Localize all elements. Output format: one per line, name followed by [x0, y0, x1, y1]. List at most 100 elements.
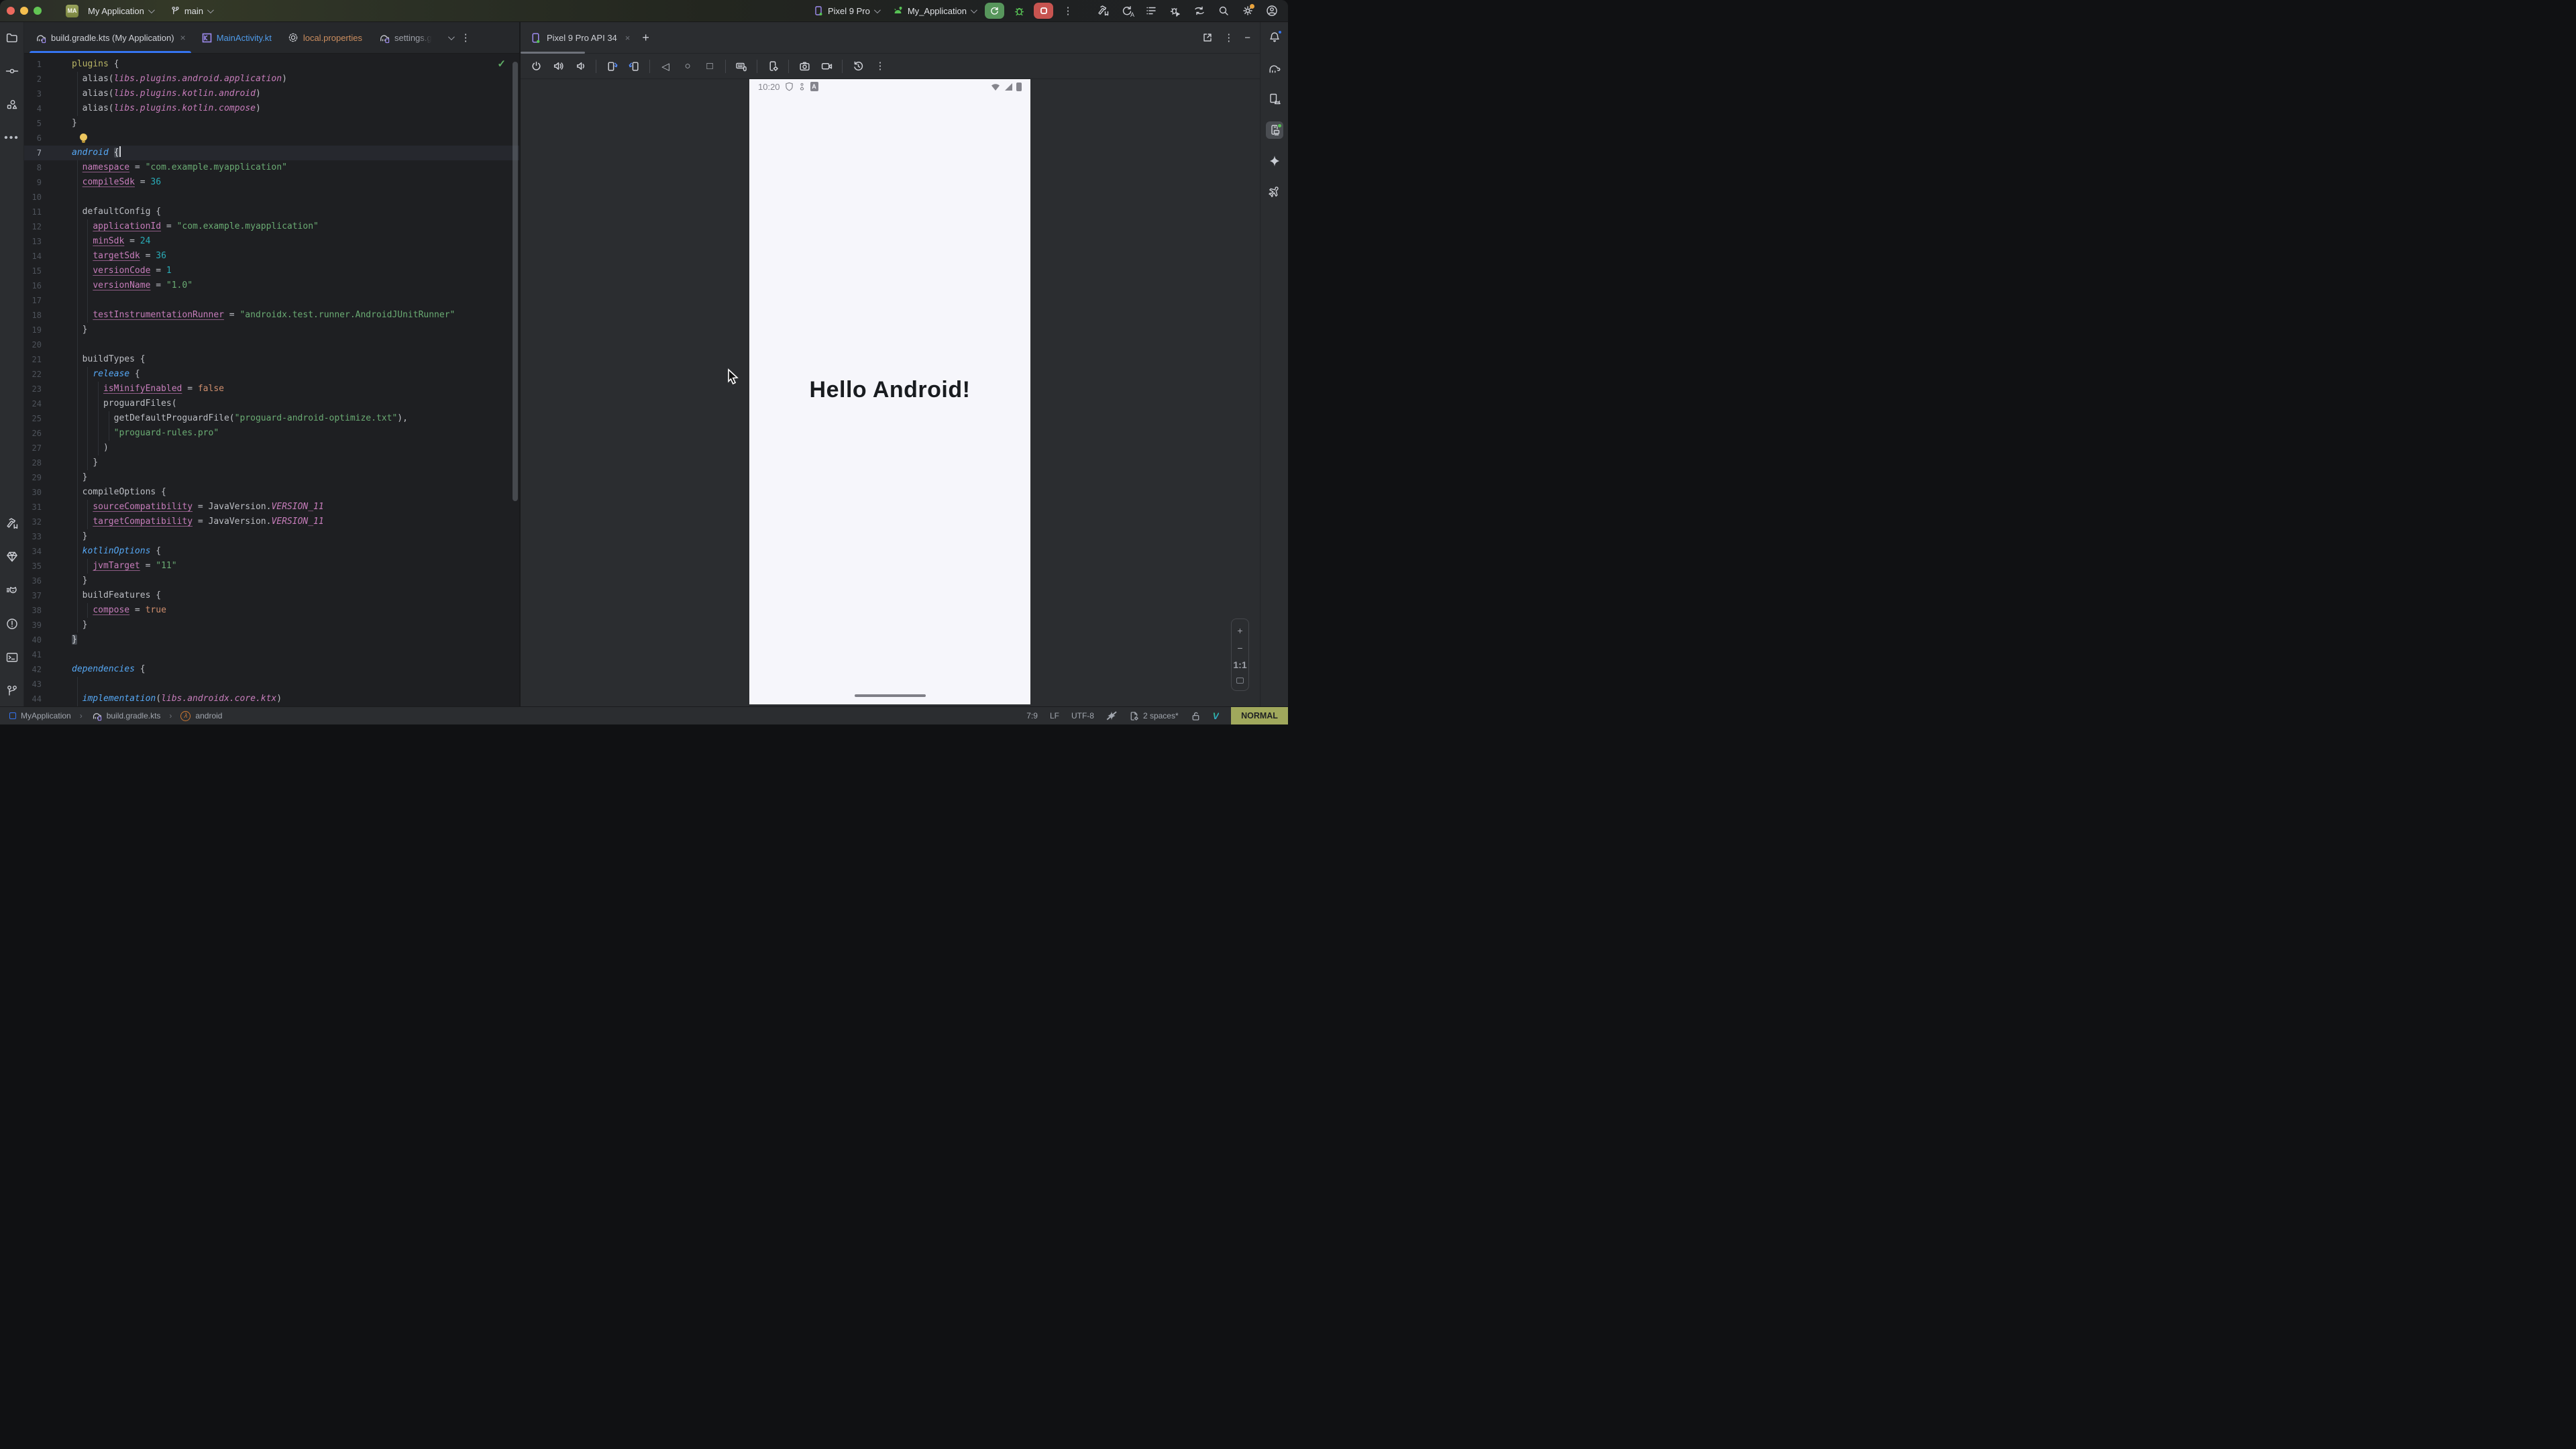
code-line[interactable]: 29 }	[24, 470, 519, 485]
debug-button[interactable]	[1010, 2, 1028, 19]
settings-button[interactable]	[1238, 2, 1257, 19]
zoom-to-fit-button[interactable]	[1236, 678, 1244, 684]
add-device-tab-button[interactable]: +	[642, 31, 649, 45]
ai-assist-disabled-icon[interactable]	[1106, 710, 1117, 721]
notifications-tool-button[interactable]	[1266, 29, 1283, 46]
code-line[interactable]: 25 getDefaultProguardFile("proguard-andr…	[24, 411, 519, 426]
inspections-ok-icon[interactable]: ✓	[497, 58, 506, 70]
device-tab[interactable]: Pixel 9 Pro API 34 ×	[530, 32, 630, 44]
code-line[interactable]: 3 alias(libs.plugins.kotlin.android)	[24, 87, 519, 101]
firebase-test-tool-button[interactable]	[1266, 183, 1283, 201]
tab-mainactivity[interactable]: MainActivity.kt	[194, 22, 280, 53]
profiler-button[interactable]	[1166, 2, 1185, 19]
minimize-window-button[interactable]	[20, 7, 28, 15]
gradle-tool-button[interactable]	[1266, 60, 1283, 77]
code-line[interactable]: 20	[24, 337, 519, 352]
window-controls[interactable]	[7, 7, 42, 15]
device-manager-tool-button[interactable]	[1266, 91, 1283, 108]
gesture-navigation-handle[interactable]	[855, 694, 926, 697]
unlock-icon[interactable]	[1191, 711, 1201, 721]
code-line[interactable]: 34 kotlinOptions {	[24, 544, 519, 559]
zoom-actual-size-button[interactable]: 1:1	[1233, 660, 1246, 669]
emulator-more-button[interactable]: ⋮	[871, 58, 889, 75]
code-line[interactable]: 40}	[24, 633, 519, 647]
code-line[interactable]: 23 isMinifyEnabled = false	[24, 382, 519, 396]
code-line[interactable]: 17	[24, 293, 519, 308]
code-line[interactable]: 16 versionName = "1.0"	[24, 278, 519, 293]
device-screen[interactable]: 10:20 A	[749, 79, 1030, 704]
breadcrumb-project[interactable]: MyApplication	[21, 711, 71, 720]
power-button[interactable]	[527, 58, 545, 75]
tab-list-chevron-icon[interactable]	[448, 34, 455, 40]
code-line[interactable]: 7android {	[24, 146, 519, 160]
project-tool-button[interactable]	[3, 29, 21, 46]
running-devices-tool-button[interactable]	[1266, 121, 1283, 139]
screen-record-button[interactable]	[818, 58, 835, 75]
overview-button[interactable]: □	[701, 58, 718, 75]
code-line[interactable]: 9 compileSdk = 36	[24, 175, 519, 190]
intention-bulb-icon[interactable]	[80, 133, 87, 141]
code-line[interactable]: 39 }	[24, 618, 519, 633]
back-button[interactable]: ◁	[657, 58, 674, 75]
code-line[interactable]: 22 release {	[24, 367, 519, 382]
code-line[interactable]: 8 namespace = "com.example.myapplication…	[24, 160, 519, 175]
code-line[interactable]: 33 }	[24, 529, 519, 544]
app-quality-insights-tool-button[interactable]	[3, 548, 21, 566]
indent-widget[interactable]: 2 spaces*	[1129, 711, 1179, 721]
code-line[interactable]: 44 implementation(libs.androidx.core.ktx…	[24, 692, 519, 706]
vcs-branch-selector[interactable]: main	[166, 4, 216, 18]
problems-tool-button[interactable]	[3, 615, 21, 633]
close-window-button[interactable]	[7, 7, 15, 15]
hide-panel-button[interactable]: −	[1244, 32, 1250, 44]
tab-local-properties[interactable]: local.properties	[280, 22, 370, 53]
code-line[interactable]: 15 versionCode = 1	[24, 264, 519, 278]
rerun-button[interactable]	[985, 3, 1004, 19]
panel-options-kebab-icon[interactable]: ⋮	[1224, 33, 1234, 43]
code-line[interactable]: 19 }	[24, 323, 519, 337]
code-line[interactable]: 21 buildTypes {	[24, 352, 519, 367]
code-line[interactable]: 13 minSdk = 24	[24, 234, 519, 249]
code-line[interactable]: 5}	[24, 116, 519, 131]
code-editor[interactable]: 1plugins {2 alias(libs.plugins.android.a…	[24, 54, 519, 706]
version-control-tool-button[interactable]	[3, 682, 21, 700]
tab-settings-gradle[interactable]: settings.g	[370, 22, 440, 53]
code-line[interactable]: 18 testInstrumentationRunner = "androidx…	[24, 308, 519, 323]
code-line[interactable]: 38 compose = true	[24, 603, 519, 618]
resource-manager-tool-button[interactable]	[3, 96, 21, 113]
code-line[interactable]: 6	[24, 131, 519, 146]
close-icon[interactable]: ×	[180, 32, 186, 43]
home-button[interactable]: ○	[679, 58, 696, 75]
ideavim-icon[interactable]: V	[1213, 710, 1219, 721]
line-ending-widget[interactable]: LF	[1050, 711, 1059, 720]
stop-button[interactable]	[1034, 3, 1053, 19]
device-selector[interactable]: Pixel 9 Pro	[809, 3, 883, 18]
rerun-tests-button[interactable]: A	[1118, 2, 1136, 19]
code-line[interactable]: 10	[24, 190, 519, 205]
code-line[interactable]: 35 jvmTarget = "11"	[24, 559, 519, 574]
search-everywhere-button[interactable]	[1214, 2, 1233, 19]
code-line[interactable]: 26 "proguard-rules.pro"	[24, 426, 519, 441]
encoding-widget[interactable]: UTF-8	[1071, 711, 1094, 720]
logcat-tool-button[interactable]	[3, 582, 21, 599]
profile-button[interactable]	[1263, 2, 1281, 19]
maximize-window-button[interactable]	[34, 7, 42, 15]
code-line[interactable]: 2 alias(libs.plugins.android.application…	[24, 72, 519, 87]
reset-device-button[interactable]	[849, 58, 867, 75]
more-actions-button[interactable]: ⋮	[1059, 2, 1077, 19]
terminal-tool-button[interactable]	[3, 649, 21, 666]
project-selector[interactable]: My Application	[84, 4, 157, 18]
tab-options-kebab-icon[interactable]: ⋮	[461, 33, 471, 43]
code-line[interactable]: 1plugins {	[24, 57, 519, 72]
rotate-right-button[interactable]	[625, 58, 643, 75]
code-line[interactable]: 43	[24, 677, 519, 692]
breadcrumb[interactable]: MyApplication › build.gradle.kts › λ and…	[9, 710, 222, 721]
editor-scrollbar[interactable]	[513, 62, 518, 501]
breadcrumb-file[interactable]: build.gradle.kts	[107, 711, 161, 720]
breadcrumb-symbol[interactable]: android	[195, 711, 222, 720]
caret-position-widget[interactable]: 7:9	[1026, 711, 1038, 720]
code-line[interactable]: 37 buildFeatures {	[24, 588, 519, 603]
code-line[interactable]: 14 targetSdk = 36	[24, 249, 519, 264]
code-line[interactable]: 24 proguardFiles(	[24, 396, 519, 411]
volume-down-button[interactable]	[572, 58, 589, 75]
screenshot-button[interactable]	[796, 58, 813, 75]
